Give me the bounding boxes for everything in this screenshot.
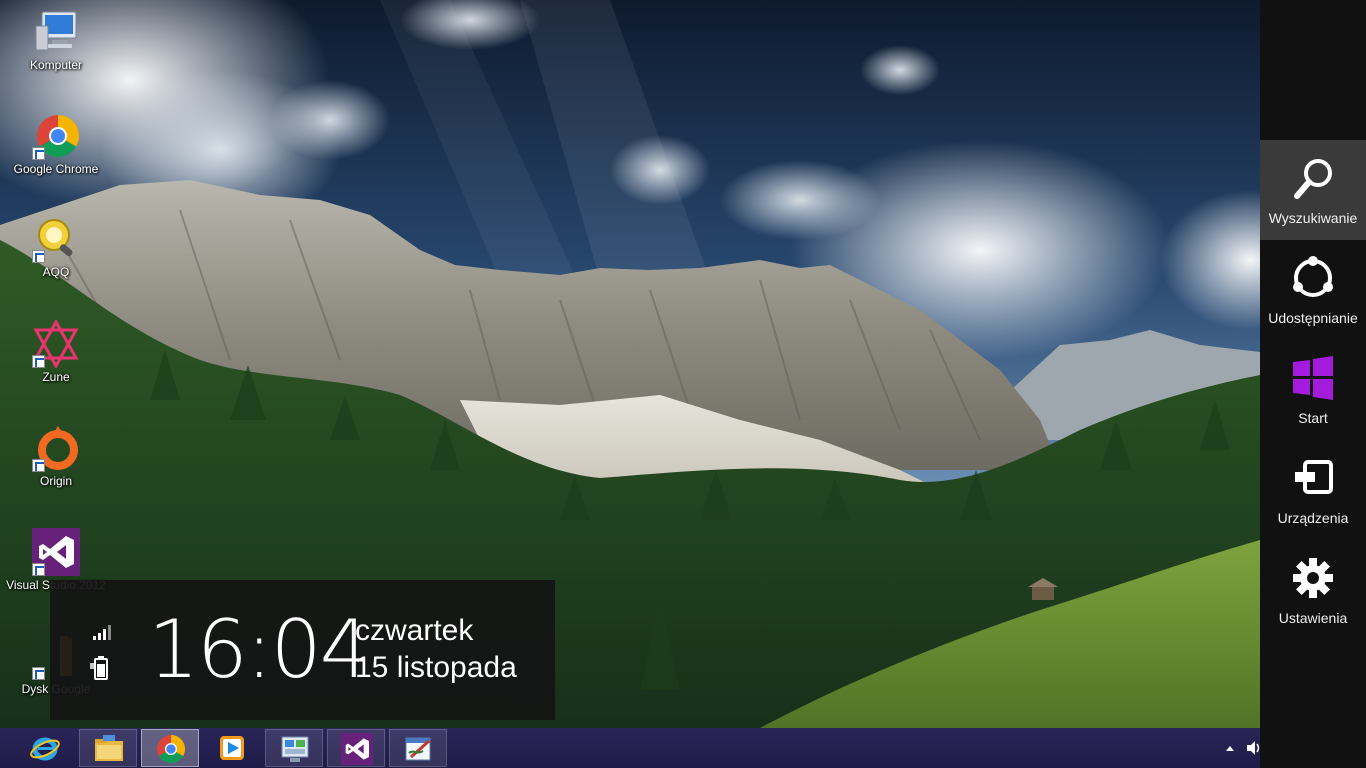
taskbar-internet-explorer[interactable] bbox=[16, 729, 74, 767]
clock-time: 16:04 bbox=[148, 603, 371, 696]
desktop-icon-computer[interactable]: Komputer bbox=[6, 8, 106, 72]
taskbar-google-chrome[interactable] bbox=[141, 729, 199, 767]
charm-share[interactable]: Udostępnianie bbox=[1260, 240, 1366, 340]
desktop-icon-aqq[interactable]: AQQ bbox=[6, 215, 106, 279]
battery-charging-icon bbox=[90, 656, 108, 680]
charm-search[interactable]: Wyszukiwanie bbox=[1260, 140, 1366, 240]
taskbar-media-player[interactable] bbox=[203, 729, 261, 767]
devices-icon bbox=[1295, 460, 1333, 494]
chevron-up-icon bbox=[1226, 746, 1234, 751]
aqq-icon bbox=[32, 215, 80, 263]
paint-icon bbox=[405, 737, 431, 761]
origin-icon bbox=[32, 424, 80, 472]
taskbar-control-panel[interactable] bbox=[265, 729, 323, 767]
clock-date: 15 listopada bbox=[355, 651, 517, 684]
charm-start[interactable]: Start bbox=[1260, 340, 1366, 440]
charm-settings[interactable]: Ustawienia bbox=[1260, 540, 1366, 640]
desktop-icon-label: Origin bbox=[39, 474, 72, 488]
zune-icon bbox=[32, 318, 80, 370]
visual-studio-icon bbox=[32, 528, 80, 576]
taskbar-paint[interactable] bbox=[389, 729, 447, 767]
taskbar-file-explorer[interactable] bbox=[79, 729, 137, 767]
charm-label: Ustawienia bbox=[1278, 610, 1348, 626]
shortcut-arrow-icon bbox=[32, 147, 45, 160]
desktop-icon-label: Komputer bbox=[29, 58, 83, 72]
desktop-icon-zune[interactable]: Zune bbox=[6, 318, 106, 384]
charm-label: Udostępnianie bbox=[1268, 310, 1358, 326]
taskbar bbox=[0, 728, 1260, 768]
show-hidden-icons-arrow[interactable] bbox=[1222, 728, 1238, 768]
shortcut-arrow-icon bbox=[32, 563, 45, 576]
gear-icon bbox=[1293, 558, 1333, 598]
shortcut-arrow-icon bbox=[32, 459, 45, 472]
folder-icon bbox=[95, 735, 123, 761]
clock-day: czwartek bbox=[355, 614, 474, 647]
control-panel-icon bbox=[281, 736, 309, 762]
wifi-signal-icon bbox=[93, 625, 111, 640]
shortcut-arrow-icon bbox=[32, 667, 45, 680]
desktop-icon-label: AQQ bbox=[42, 265, 70, 279]
chrome-icon bbox=[157, 735, 186, 764]
charm-devices[interactable]: Urządzenia bbox=[1260, 440, 1366, 540]
windows-logo-icon bbox=[1293, 356, 1333, 400]
charm-label: Urządzenia bbox=[1277, 510, 1349, 526]
clock-overlay: 16:04 czwartek 15 listopada bbox=[50, 580, 555, 720]
desktop-icon-origin[interactable]: Origin bbox=[6, 424, 106, 488]
shortcut-arrow-icon bbox=[32, 250, 45, 263]
charm-label: Wyszukiwanie bbox=[1268, 210, 1358, 226]
search-icon bbox=[1294, 159, 1332, 199]
shortcut-arrow-icon bbox=[32, 355, 45, 368]
desktop-icon-label: Google Chrome bbox=[13, 162, 99, 176]
computer-icon bbox=[32, 8, 80, 56]
taskbar-visual-studio[interactable] bbox=[327, 729, 385, 767]
visual-studio-icon bbox=[341, 733, 373, 765]
charms-bar: Wyszukiwanie Udostępnianie Start Urządze… bbox=[1260, 0, 1366, 768]
internet-explorer-icon bbox=[30, 737, 60, 761]
desktop-icon-label: Zune bbox=[42, 370, 70, 384]
charm-label: Start bbox=[1298, 410, 1328, 426]
volume-control[interactable] bbox=[1244, 728, 1260, 768]
desktop-icon-google-chrome[interactable]: Google Chrome bbox=[6, 112, 106, 176]
chrome-icon bbox=[32, 112, 80, 160]
media-player-icon bbox=[220, 736, 244, 760]
volume-icon bbox=[1247, 741, 1260, 755]
share-icon bbox=[1293, 256, 1333, 297]
